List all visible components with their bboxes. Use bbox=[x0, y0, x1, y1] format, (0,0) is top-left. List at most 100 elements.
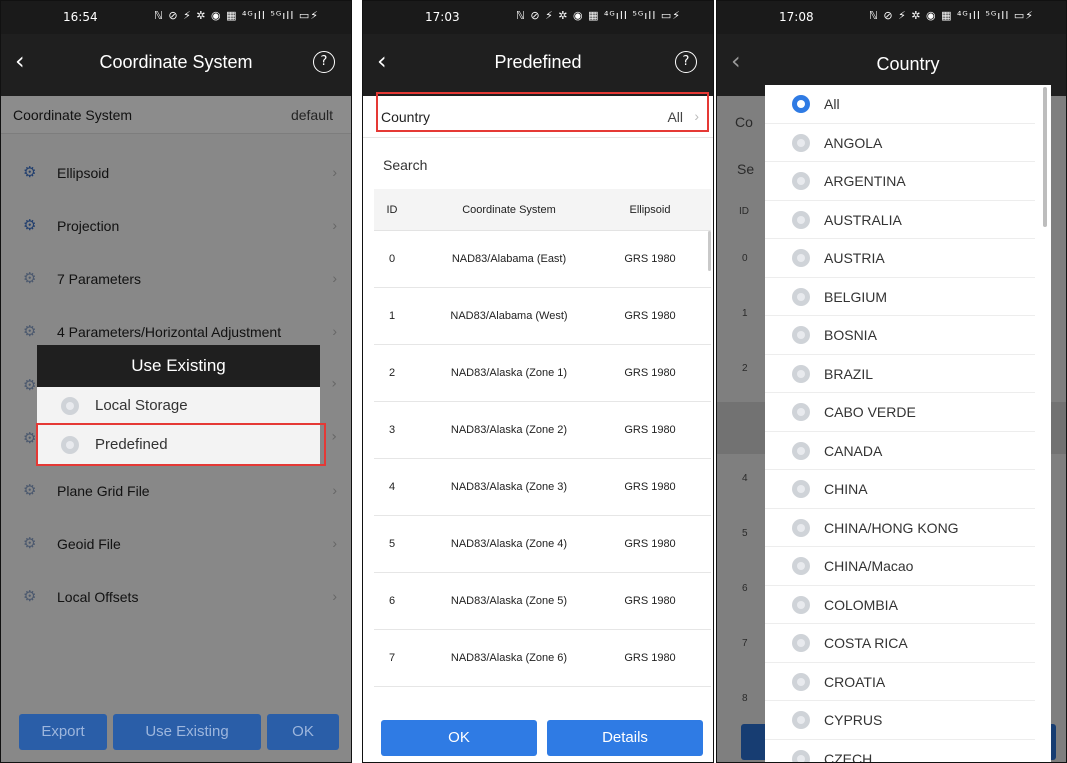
radio-icon bbox=[792, 95, 810, 113]
radio-icon bbox=[792, 672, 810, 691]
status-time: 17:08 bbox=[779, 10, 814, 24]
country-label: CABO VERDE bbox=[824, 404, 916, 420]
ok-button[interactable]: OK bbox=[267, 714, 339, 750]
radio-icon bbox=[792, 441, 810, 460]
cell-id: 6 bbox=[388, 595, 396, 607]
ok-button[interactable]: OK bbox=[381, 720, 537, 756]
country-label: All bbox=[824, 96, 840, 112]
country-option[interactable]: CZECH bbox=[765, 740, 1035, 763]
radio-icon bbox=[792, 518, 810, 537]
cell-ellipsoid: GRS 1980 bbox=[624, 538, 676, 550]
country-option[interactable]: CYPRUS bbox=[765, 701, 1035, 740]
cell-cs: NAD83/Alaska (Zone 6) bbox=[450, 652, 568, 664]
country-label: CYPRUS bbox=[824, 712, 883, 728]
country-option[interactable]: CHINA bbox=[765, 470, 1035, 509]
table-row[interactable]: 1 NAD83/Alabama (West) GRS 1980 bbox=[374, 288, 711, 345]
highlight-box bbox=[36, 423, 326, 466]
country-option[interactable]: COLOMBIA bbox=[765, 586, 1035, 624]
cell-id: 7 bbox=[388, 652, 396, 664]
radio-icon bbox=[792, 364, 810, 383]
status-bar: 16:54 ℕ ⊘ ⚡ ✲ ◉ ▦ ⁴ᴳıll ⁵ᴳıll ▭⚡ bbox=[1, 1, 351, 34]
country-label: COSTA RICA bbox=[824, 635, 908, 651]
scrollbar[interactable] bbox=[1043, 87, 1047, 227]
country-option[interactable]: CHINA/HONG KONG bbox=[765, 509, 1035, 547]
country-option[interactable]: All bbox=[765, 85, 1035, 124]
table-row[interactable]: 8NAD83/Alaska (Zone 7)GRS 1980 bbox=[374, 687, 711, 709]
country-label: CHINA/HONG KONG bbox=[824, 519, 959, 536]
table-row[interactable]: 4 NAD83/Alaska (Zone 3) GRS 1980 bbox=[374, 459, 711, 516]
country-option[interactable]: BELGIUM bbox=[765, 278, 1035, 316]
table-header: ID Coordinate System Ellipsoid bbox=[374, 189, 711, 231]
column-coordinate-system: Coordinate System bbox=[462, 204, 556, 216]
country-label: CZECH bbox=[824, 750, 873, 763]
radio-icon bbox=[792, 403, 810, 421]
page-title: Coordinate System bbox=[99, 52, 253, 72]
radio-icon bbox=[792, 557, 810, 575]
details-button[interactable]: Details bbox=[547, 720, 703, 756]
table-row[interactable]: 7 NAD83/Alaska (Zone 6) GRS 1980 bbox=[374, 630, 711, 687]
export-button[interactable]: Export bbox=[19, 714, 107, 750]
radio-icon bbox=[792, 210, 810, 229]
country-option[interactable]: BRAZIL bbox=[765, 355, 1035, 393]
country-dialog: Country All ANGOLA ARGENTINA AUSTRALIA AUSTR… bbox=[765, 41, 1051, 763]
search-label: Search bbox=[383, 157, 428, 173]
country-label: CHINA bbox=[824, 481, 868, 497]
cell-cs: NAD83/Alaska (Zone 1) bbox=[450, 367, 568, 379]
cell-ellipsoid: GRS 1980 bbox=[624, 424, 676, 436]
help-icon[interactable]: ? bbox=[313, 51, 335, 73]
country-option[interactable]: CHINA/Macao bbox=[765, 547, 1035, 586]
country-option[interactable]: AUSTRALIA bbox=[765, 201, 1035, 239]
status-bar: 17:08 ℕ ⊘ ⚡ ✲ ◉ ▦ ⁴ᴳıll ⁵ᴳıll ▭⚡ bbox=[717, 1, 1066, 34]
table-row[interactable]: 2 NAD83/Alaska (Zone 1) GRS 1980 bbox=[374, 345, 711, 402]
dialog-title: Use Existing bbox=[37, 345, 320, 387]
cell-ellipsoid: GRS 1980 bbox=[624, 253, 676, 265]
radio-icon bbox=[792, 749, 810, 762]
cell-id: 3 bbox=[388, 424, 396, 436]
country-option[interactable]: ARGENTINA bbox=[765, 162, 1035, 201]
country-label: BELGIUM bbox=[824, 288, 888, 305]
help-icon[interactable]: ? bbox=[675, 51, 697, 73]
radio-icon bbox=[792, 249, 810, 267]
cell-ellipsoid: GRS 1980 bbox=[624, 481, 676, 493]
screen-coordinate-system: 16:54 ℕ ⊘ ⚡ ✲ ◉ ▦ ⁴ᴳıll ⁵ᴳıll ▭⚡ ‹ Coord… bbox=[0, 0, 352, 763]
option-label: Local Storage bbox=[95, 397, 188, 414]
radio-icon bbox=[792, 326, 810, 344]
cell-cs: NAD83/Alaska (Zone 3) bbox=[450, 481, 568, 493]
radio-icon bbox=[792, 634, 810, 652]
back-arrow-icon: ‹ bbox=[731, 47, 741, 75]
radio-icon bbox=[792, 480, 810, 498]
option-local-storage[interactable]: Local Storage bbox=[37, 387, 320, 425]
status-bar: 17:03 ℕ ⊘ ⚡ ✲ ◉ ▦ ⁴ᴳıll ⁵ᴳıll ▭⚡ bbox=[363, 1, 713, 34]
cell-cs: NAD83/Alaska (Zone 5) bbox=[450, 595, 568, 607]
radio-icon bbox=[61, 397, 79, 415]
search-field[interactable]: Search bbox=[363, 141, 713, 187]
table-row[interactable]: 0 NAD83/Alabama (East) GRS 1980 bbox=[374, 231, 711, 288]
cell-id: 2 bbox=[388, 367, 396, 379]
cell-id: 0 bbox=[388, 253, 396, 265]
country-option[interactable]: AUSTRIA bbox=[765, 239, 1035, 278]
country-option[interactable]: COSTA RICA bbox=[765, 624, 1035, 663]
country-label: ARGENTINA bbox=[824, 173, 906, 189]
table-row[interactable]: 6 NAD83/Alaska (Zone 5) GRS 1980 bbox=[374, 573, 711, 630]
coordinate-table: 0 NAD83/Alabama (East) GRS 1980 1 NAD83/Alab… bbox=[374, 231, 711, 709]
table-row[interactable]: 3 NAD83/Alaska (Zone 2) GRS 1980 bbox=[374, 402, 711, 459]
scrollbar[interactable] bbox=[708, 231, 711, 271]
country-option[interactable]: CABO VERDE bbox=[765, 393, 1035, 432]
table-row[interactable]: 5 NAD83/Alaska (Zone 4) GRS 1980 bbox=[374, 516, 711, 573]
country-option[interactable]: CANADA bbox=[765, 432, 1035, 470]
cell-cs: NAD83/Alabama (West) bbox=[450, 310, 568, 322]
use-existing-button[interactable]: Use Existing bbox=[113, 714, 261, 750]
country-label: CROATIA bbox=[824, 673, 886, 690]
column-id: ID bbox=[386, 204, 398, 216]
cell-ellipsoid: GRS 1980 bbox=[624, 652, 676, 664]
screen-predefined: 17:03 ℕ ⊘ ⚡ ✲ ◉ ▦ ⁴ᴳıll ⁵ᴳıll ▭⚡ ‹ Prede… bbox=[362, 0, 714, 763]
country-option[interactable]: BOSNIA bbox=[765, 316, 1035, 355]
cell-ellipsoid: GRS 1980 bbox=[624, 310, 676, 322]
country-label: BRAZIL bbox=[824, 365, 874, 382]
radio-icon bbox=[792, 287, 810, 306]
country-option[interactable]: ANGOLA bbox=[765, 124, 1035, 162]
country-label: CANADA bbox=[824, 442, 883, 459]
cell-id: 1 bbox=[388, 310, 396, 322]
status-icons: ℕ ⊘ ⚡ ✲ ◉ ▦ ⁴ᴳıll ⁵ᴳıll ▭⚡ bbox=[869, 9, 1034, 22]
country-option[interactable]: CROATIA bbox=[765, 663, 1035, 701]
